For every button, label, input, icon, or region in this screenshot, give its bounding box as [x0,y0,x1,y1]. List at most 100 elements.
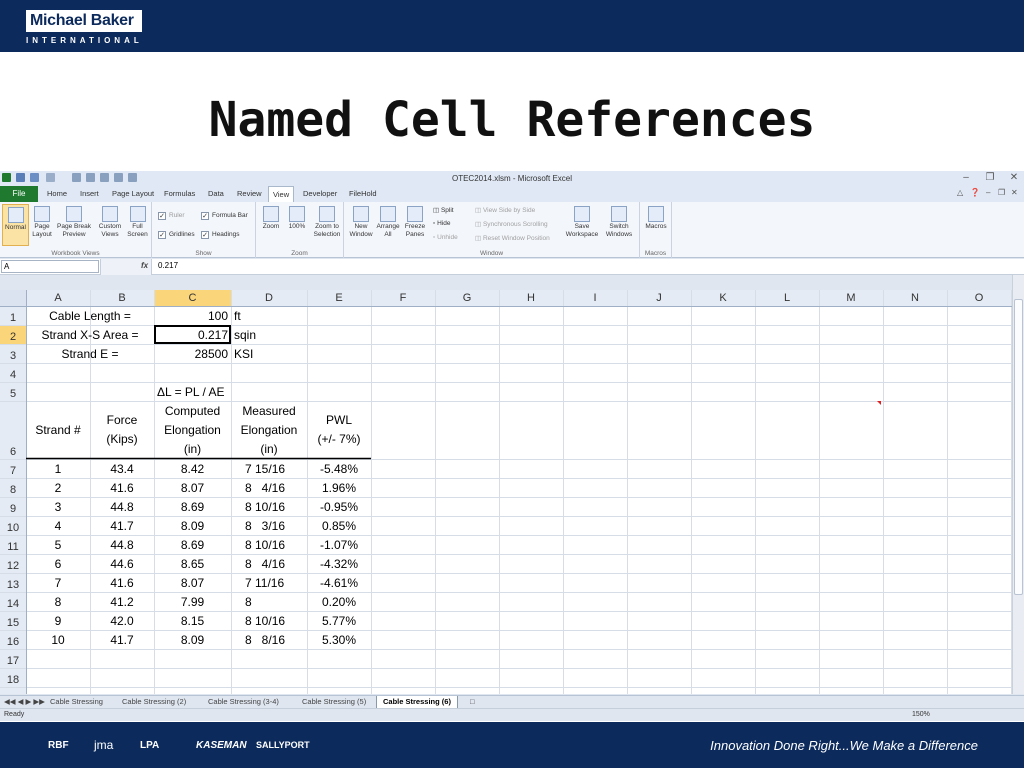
tab-formulas[interactable]: Formulas [160,186,199,202]
ruler-label: Ruler [169,212,185,219]
wb-close-icon[interactable]: ✕ [1011,188,1018,197]
vertical-scroll-thumb[interactable] [1014,299,1023,595]
sync-scroll-button[interactable]: ◫ Synchronous Scrolling [475,220,548,228]
row-header-14[interactable]: 14 [0,592,26,611]
column-header-d[interactable]: D [231,290,307,306]
tab-scroll-first-icon[interactable]: ◀◀ ◀ ▶ ▶▶ [2,696,47,708]
reset-position-button[interactable]: ◫ Reset Window Position [475,234,550,242]
name-box[interactable]: A [1,260,99,273]
tab-filehold[interactable]: FileHold [345,186,381,202]
formula-bar-checkbox[interactable]: ✓ Formula Bar [201,212,248,220]
vertical-scrollbar[interactable] [1012,275,1024,694]
split-icon: ◫ [433,207,441,214]
row-header-3[interactable]: 3 [0,344,26,363]
tab-home[interactable]: Home [43,186,71,202]
freeze-panes-button[interactable]: Freeze Panes [402,206,428,239]
sheet-tab-active[interactable]: Cable Stressing (6) [376,696,458,708]
new-window-button[interactable]: New Window [348,206,374,239]
formula-note: ΔL = PL / AE [157,384,225,399]
column-header-l[interactable]: L [755,290,819,306]
row-header-2[interactable]: 2 [0,325,26,344]
column-header-k[interactable]: K [691,290,755,306]
save-workspace-button[interactable]: Save Workspace [564,206,600,239]
strand-number: 5 [54,537,62,552]
restore-icon[interactable]: ❐ [982,172,998,183]
worksheet[interactable]: A B C D E F G H I J K L M N O 1 2 3 4 5 6 7 8 9 10 11 12 13 14 15 16 17… [0,290,1012,694]
column-header-a[interactable]: A [26,290,90,306]
row-header-1[interactable]: 1 [0,306,26,325]
row-header-9[interactable]: 9 [0,497,26,516]
row-header-10[interactable]: 10 [0,516,26,535]
insert-sheet-icon[interactable]: □ [468,696,477,708]
row-header-17[interactable]: 17 [0,649,26,668]
column-header-i[interactable]: I [563,290,627,306]
split-button[interactable]: ◫ Split [433,206,454,214]
row-header-6[interactable]: 6 [0,401,26,459]
tab-file[interactable]: File [0,186,38,202]
unhide-button[interactable]: ▫ Unhide [433,234,458,241]
column-header-m[interactable]: M [819,290,883,306]
formula-input[interactable]: 0.217 [158,261,178,270]
column-header-o[interactable]: O [947,290,1011,306]
sheet-tab[interactable]: Cable Stressing (2) [116,696,192,708]
close-icon[interactable]: ✕ [1006,172,1022,183]
row-header-8[interactable]: 8 [0,478,26,497]
row-header-7[interactable]: 7 [0,459,26,478]
column-header-h[interactable]: H [499,290,563,306]
wb-minimize-icon[interactable]: – [986,188,990,197]
formula-bar-label: Formula Bar [212,212,248,219]
normal-view-label: Normal [5,224,26,231]
tab-review[interactable]: Review [233,186,266,202]
insert-function-icon[interactable]: fx [141,261,148,270]
row-header-18[interactable]: 18 [0,668,26,687]
switch-windows-button[interactable]: Switch Windows [601,206,637,239]
row-header-12[interactable]: 12 [0,554,26,573]
tab-page-layout[interactable]: Page Layout [108,186,158,202]
column-header-b[interactable]: B [90,290,154,306]
full-screen-button[interactable]: Full Screen [125,206,150,239]
hide-button[interactable]: ▫ Hide [433,220,451,227]
column-header-j[interactable]: J [627,290,691,306]
column-header-g[interactable]: G [435,290,499,306]
wb-restore-icon[interactable]: ❐ [998,188,1005,197]
zoom-level[interactable]: 150% [912,711,930,718]
zoom-button[interactable]: Zoom [260,206,282,231]
page-break-preview-button[interactable]: Page Break Preview [55,206,93,239]
sheet-tab[interactable]: Cable Stressing (3-4) [202,696,285,708]
tab-developer[interactable]: Developer [299,186,341,202]
ribbon-collapse-icon[interactable]: △ [957,188,963,197]
side-by-side-button[interactable]: ◫ View Side by Side [475,206,535,214]
help-icon[interactable]: ❓ [970,188,980,197]
column-header-c[interactable]: C [154,290,231,306]
minimize-icon[interactable]: – [958,172,974,183]
tab-insert[interactable]: Insert [76,186,103,202]
zoom-100-button[interactable]: 100% [286,206,308,231]
gridlines-checkbox[interactable]: ✓ Gridlines [158,231,195,239]
group-window: New Window Arrange All Freeze Panes ◫ Sp… [344,202,640,258]
sheet-tab[interactable]: Cable Stressing (5) [296,696,372,708]
normal-view-button[interactable]: Normal [2,204,29,246]
measured-elongation: 8 3/16 [245,518,286,533]
measured-elongation: 8 10/16 [245,537,286,552]
tab-view[interactable]: View [268,186,295,202]
row-header-4[interactable]: 4 [0,363,26,382]
page-layout-view-button[interactable]: Page Layout [31,206,53,239]
row-header-16[interactable]: 16 [0,630,26,649]
row-header-11[interactable]: 11 [0,535,26,554]
headings-checkbox[interactable]: ✓ Headings [201,231,239,239]
column-header-n[interactable]: N [883,290,947,306]
partner-logo: KASEMAN [196,740,247,751]
arrange-all-button[interactable]: Arrange All [375,206,401,239]
ruler-checkbox[interactable]: ✓ Ruler [158,212,185,220]
row-header-15[interactable]: 15 [0,611,26,630]
column-header-f[interactable]: F [371,290,435,306]
headings-label: Headings [212,231,240,238]
tab-data[interactable]: Data [204,186,228,202]
row-header-5[interactable]: 5 [0,382,26,401]
row-header-13[interactable]: 13 [0,573,26,592]
macros-button[interactable]: Macros [642,206,670,231]
sheet-tab[interactable]: Cable Stressing [44,696,109,708]
custom-views-button[interactable]: Custom Views [95,206,125,239]
column-header-e[interactable]: E [307,290,371,306]
zoom-selection-button[interactable]: Zoom to Selection [312,206,342,239]
